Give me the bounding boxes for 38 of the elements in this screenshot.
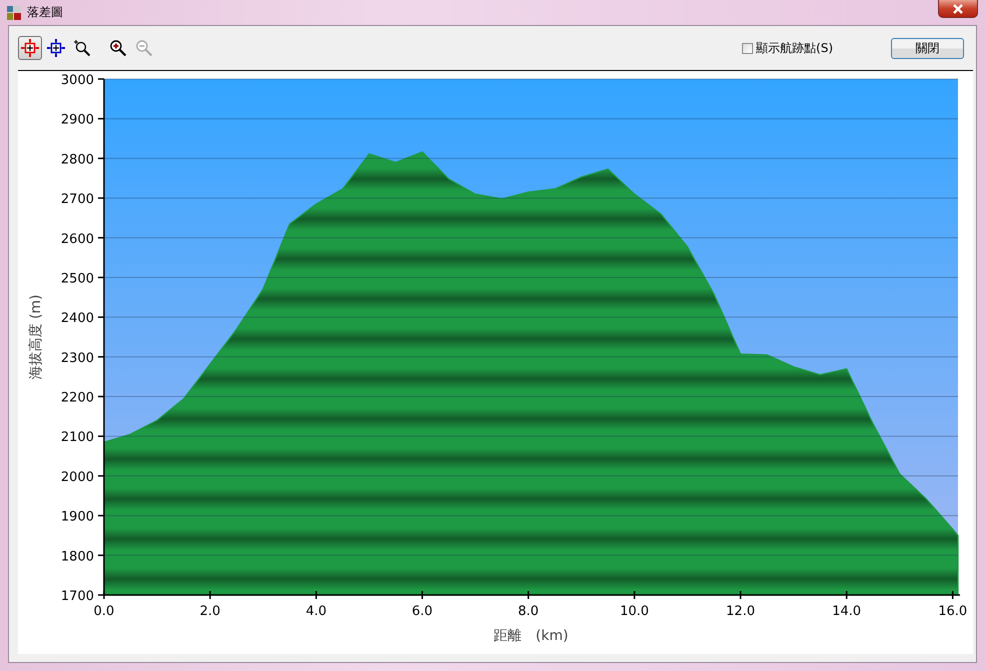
y-tick-label: 2200 [60, 390, 94, 406]
y-axis-title: 海拔高度 (m) [28, 294, 44, 380]
x-tick-label: 16.0 [938, 604, 968, 619]
y-tick-label: 2300 [60, 350, 94, 366]
close-dialog-button[interactable]: 關閉 [891, 38, 964, 58]
y-tick-label: 2000 [60, 470, 94, 485]
y-tick-label: 2500 [60, 271, 94, 286]
app-icon [7, 6, 21, 20]
y-tick-label: 3000 [60, 73, 94, 88]
zoom-out-icon [135, 39, 153, 57]
toolbar-button[interactable] [18, 36, 42, 60]
y-tick-label: 1900 [60, 510, 94, 525]
y-tick-label: 1800 [60, 549, 94, 564]
y-tick-label: 2100 [60, 430, 94, 446]
x-tick-label: 14.0 [832, 604, 862, 619]
y-tick-label: 2400 [60, 311, 94, 326]
y-tick-label: 2600 [60, 232, 94, 247]
zoom-icon [73, 39, 91, 57]
x-tick-label: 10.0 [620, 604, 649, 619]
x-tick-label: 6.0 [412, 604, 433, 619]
checkbox-label[interactable]: 顯示航跡點(S) [756, 40, 833, 56]
x-tick-label: 12.0 [726, 604, 755, 619]
crosshair-icon [21, 39, 39, 57]
y-tick-label: 1700 [60, 589, 94, 604]
toolbar-button[interactable] [44, 36, 68, 60]
x-tick-label: 4.0 [306, 604, 327, 619]
x-axis-title: 距離 (km) [494, 628, 568, 644]
zoom-in-icon [109, 39, 127, 57]
checkbox[interactable] [742, 42, 754, 54]
x-tick-label: 0.0 [94, 604, 114, 619]
y-tick-label: 2900 [60, 112, 94, 128]
x-tick-label: 2.0 [200, 604, 220, 619]
y-tick-label: 2800 [60, 152, 94, 168]
x-tick-label: 8.0 [518, 604, 539, 619]
window-title: 落差圖 [27, 4, 63, 21]
close-button[interactable] [938, 0, 978, 18]
close-icon [951, 4, 965, 14]
y-tick-label: 2700 [60, 192, 94, 208]
